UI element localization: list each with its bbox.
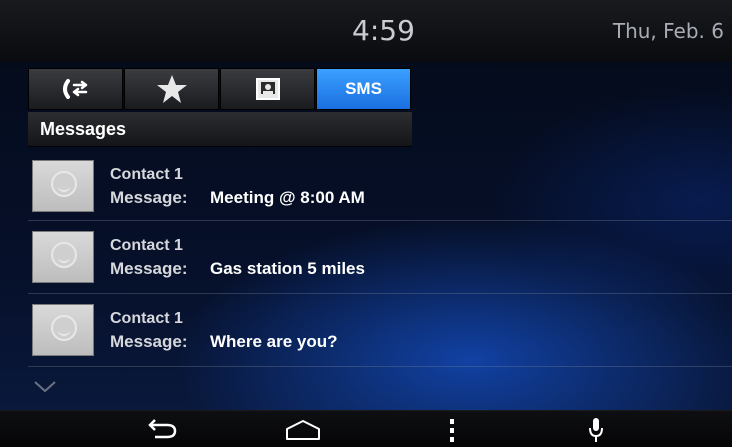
message-text: Meeting @ 8:00 AM — [210, 188, 365, 207]
contact-avatar-icon — [51, 242, 77, 268]
contact-card-icon — [255, 78, 280, 100]
contact-name: Contact 1 — [110, 166, 183, 183]
sms-messages-screen: 4:59 Thu, Feb. 6 SMS Messages Contact 1 … — [0, 0, 732, 447]
list-item[interactable]: Contact 1 Message: Gas station 5 miles — [28, 221, 732, 294]
avatar — [32, 304, 94, 356]
tab-favorites[interactable] — [124, 68, 219, 110]
star-icon — [156, 75, 187, 103]
message-label: Message: — [110, 332, 188, 351]
tab-sms-label: SMS — [345, 79, 382, 98]
menu-button[interactable] — [432, 417, 472, 443]
status-bar: 4:59 Thu, Feb. 6 — [0, 0, 732, 62]
menu-icon — [450, 419, 454, 442]
message-label: Message: — [110, 259, 188, 278]
phone-calls-icon — [62, 79, 87, 99]
back-button[interactable] — [141, 417, 181, 443]
contact-avatar-icon — [51, 171, 77, 197]
phone-tabs: SMS — [28, 68, 412, 112]
messages-header: Messages — [28, 112, 412, 147]
navigation-bar — [0, 410, 732, 447]
message-text: Gas station 5 miles — [210, 259, 365, 278]
tab-contacts[interactable] — [220, 68, 315, 110]
message-list: Contact 1 Message: Meeting @ 8:00 AM Con… — [28, 150, 732, 367]
contact-name: Contact 1 — [110, 310, 183, 327]
tab-call-history[interactable] — [28, 68, 123, 110]
home-icon — [286, 420, 320, 440]
tab-sms[interactable]: SMS — [316, 68, 411, 110]
message-text: Where are you? — [210, 332, 338, 351]
back-icon — [148, 419, 177, 439]
avatar — [32, 231, 94, 283]
home-button[interactable] — [283, 417, 323, 443]
list-item[interactable]: Contact 1 Message: Meeting @ 8:00 AM — [28, 150, 732, 221]
avatar — [32, 160, 94, 212]
contact-avatar-icon — [51, 315, 77, 341]
section-title: Messages — [40, 119, 127, 139]
contact-name: Contact 1 — [110, 237, 183, 254]
list-item[interactable]: Contact 1 Message: Where are you? — [28, 294, 732, 367]
scroll-down-chevron-icon[interactable] — [32, 378, 58, 396]
clock: 4:59 — [352, 14, 415, 47]
message-label: Message: — [110, 188, 188, 207]
voice-button[interactable] — [576, 417, 616, 443]
microphone-icon — [589, 418, 603, 442]
date: Thu, Feb. 6 — [612, 19, 724, 43]
